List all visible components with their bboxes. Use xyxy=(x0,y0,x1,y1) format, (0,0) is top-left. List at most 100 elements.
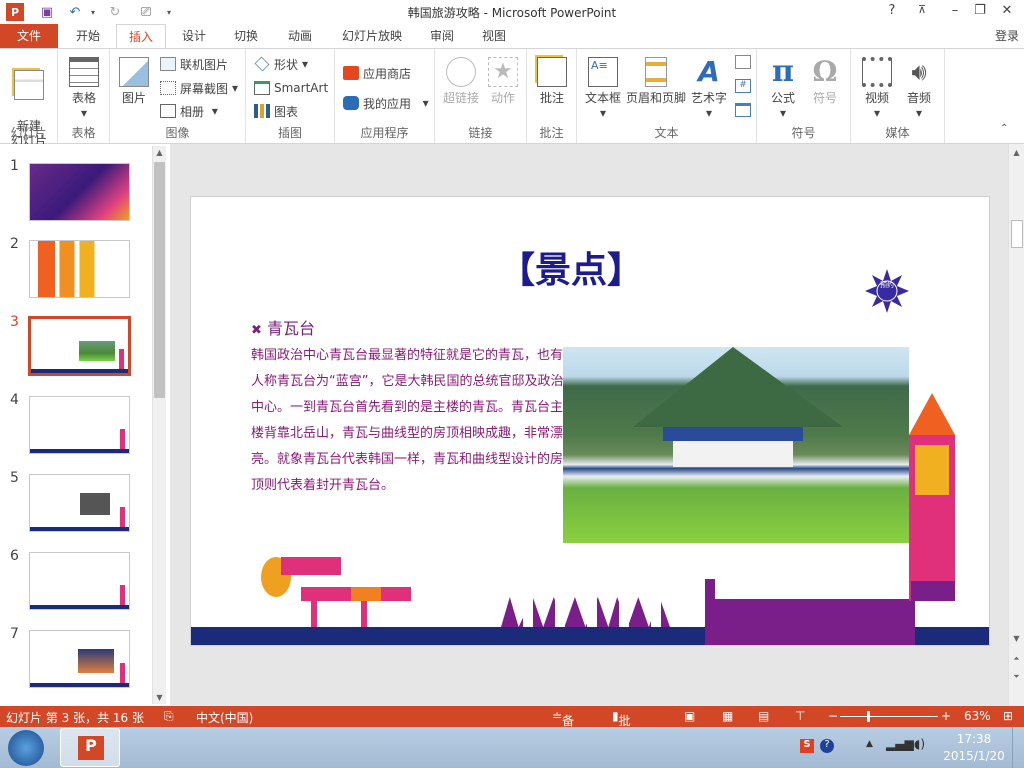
tower-base-decoration xyxy=(911,581,955,601)
tab-animations[interactable]: 动画 xyxy=(276,24,324,48)
group-links: 超链接 ★ 动作 链接 xyxy=(435,49,527,143)
section-heading[interactable]: ✖ 青瓦台 xyxy=(251,315,315,339)
zoom-out-button[interactable]: − xyxy=(828,709,838,723)
volume-icon[interactable]: ◖) xyxy=(914,737,925,751)
zoom-in-button[interactable]: + xyxy=(941,709,951,723)
undo-dropdown-icon[interactable]: ▾ xyxy=(84,3,102,21)
next-slide-icon[interactable]: ⏷ xyxy=(1010,670,1023,683)
slide-thumbnail-7[interactable] xyxy=(29,630,130,688)
smartart-button[interactable]: SmartArt xyxy=(254,79,328,97)
zoom-slider-thumb[interactable] xyxy=(867,711,870,722)
notes-button[interactable]: ≐ 备注 xyxy=(552,709,574,745)
slide-scrollbar[interactable]: ▲ ▼ ⏶ ⏷ xyxy=(1008,144,1024,706)
tab-review[interactable]: 审阅 xyxy=(420,24,464,48)
thumbnail-number: 7 xyxy=(10,626,19,642)
online-pictures-button[interactable]: 联机图片 xyxy=(160,55,228,73)
new-comment-icon xyxy=(537,57,567,87)
show-desktop-button[interactable] xyxy=(1012,727,1024,768)
scroll-down-icon[interactable]: ▼ xyxy=(153,691,166,704)
slide-title[interactable]: 【景点】 xyxy=(191,241,951,293)
shapes-button[interactable]: 形状 ▾ xyxy=(254,55,308,73)
symbol-button[interactable]: Ω 符号 xyxy=(805,57,845,106)
hyperlink-button[interactable]: 超链接 xyxy=(439,57,483,106)
help-button[interactable]: ? xyxy=(881,3,903,18)
start-from-beginning-icon[interactable]: ⎚ xyxy=(137,3,155,21)
close-button[interactable]: ✕ xyxy=(996,3,1018,18)
header-footer-button[interactable]: 页眉和页脚 xyxy=(625,57,687,106)
scrollbar-thumb[interactable] xyxy=(1011,220,1023,248)
taskbar-powerpoint[interactable]: P xyxy=(60,728,120,767)
slide-thumbnail-3[interactable] xyxy=(28,316,131,376)
picture-button[interactable]: 图片 xyxy=(116,57,152,106)
group-apps: 应用商店 我的应用 ▾ 应用程序 xyxy=(335,49,435,143)
restore-button[interactable]: ❐ xyxy=(969,3,991,18)
comments-button[interactable]: ▮ 批注 xyxy=(612,709,631,745)
group-slides: 新建 幻灯片 幻灯片 xyxy=(0,49,58,148)
zoom-slider[interactable] xyxy=(840,716,938,717)
my-apps-button[interactable]: 我的应用 ▾ xyxy=(343,94,429,112)
zoom-level[interactable]: 63% xyxy=(964,709,991,723)
slide-sorter-icon[interactable]: ▦ xyxy=(722,709,733,723)
slide-thumbnail-4[interactable] xyxy=(29,396,130,454)
chart-button[interactable]: 图表 xyxy=(254,102,298,120)
scroll-up-icon[interactable]: ▲ xyxy=(153,146,166,159)
save-icon[interactable]: ▣ xyxy=(38,3,56,21)
normal-view-icon[interactable]: ▣ xyxy=(684,709,695,723)
sign-in-link[interactable]: 登录 xyxy=(990,24,1024,48)
collapse-ribbon-icon[interactable]: ⌃ xyxy=(1000,123,1008,134)
object-icon[interactable] xyxy=(735,103,751,117)
language[interactable]: 中文(中国) xyxy=(196,709,253,726)
slide-thumbnail-2[interactable] xyxy=(29,240,130,298)
scroll-down-icon[interactable]: ▼ xyxy=(1010,632,1023,645)
date-time-icon[interactable] xyxy=(735,55,751,69)
sogou-ime-icon[interactable]: S xyxy=(800,739,814,753)
slide-thumbnail-6[interactable] xyxy=(29,552,130,610)
tab-home[interactable]: 开始 xyxy=(64,24,112,48)
slide-thumbnail-5[interactable] xyxy=(29,474,130,532)
comment-button[interactable]: 批注 xyxy=(531,57,573,106)
screenshot-button[interactable]: 屏幕截图 ▾ xyxy=(160,79,238,97)
video-button[interactable]: 视频 ▾ xyxy=(857,57,897,121)
redo-icon[interactable]: ↻ xyxy=(106,3,124,21)
table-button[interactable]: 表格 ▾ xyxy=(62,57,106,121)
action-button[interactable]: ★ 动作 xyxy=(483,57,523,106)
photo-album-button[interactable]: 相册 ▾ xyxy=(160,102,218,120)
minimize-button[interactable]: – xyxy=(944,3,966,18)
fit-to-window-icon[interactable]: ⊞ xyxy=(1003,709,1013,723)
network-icon[interactable]: ▂▄▆ xyxy=(886,737,914,751)
scroll-up-icon[interactable]: ▲ xyxy=(1010,146,1023,159)
clock-date[interactable]: 2015/1/20 xyxy=(938,749,1010,763)
scrollbar-thumb[interactable] xyxy=(154,162,165,398)
audio-button[interactable]: 🔊︎ 音频 ▾ xyxy=(899,57,939,121)
slideshow-icon[interactable]: ⊤ xyxy=(795,709,805,723)
previous-slide-icon[interactable]: ⏶ xyxy=(1010,652,1023,665)
start-button[interactable] xyxy=(8,730,44,766)
spell-check-icon[interactable]: ⎘ xyxy=(164,709,174,724)
equation-button[interactable]: π 公式 ▾ xyxy=(763,57,803,121)
powerpoint-app-icon[interactable]: P xyxy=(6,3,24,21)
slide-canvas[interactable]: 【景点】 预约 ✖ 青瓦台 韩国政治中心青瓦台最显著的特征就是它的青瓦，也有人称… xyxy=(190,196,990,646)
textbox-button[interactable]: A≡ 文本框 ▾ xyxy=(583,57,623,121)
reading-view-icon[interactable]: ▤ xyxy=(758,709,769,723)
blue-house-photo[interactable] xyxy=(563,347,909,543)
tab-design[interactable]: 设计 xyxy=(170,24,218,48)
tab-file[interactable]: 文件 xyxy=(0,24,58,48)
wordart-button[interactable]: A 艺术字 ▾ xyxy=(689,57,729,121)
clock-time[interactable]: 17:38 xyxy=(944,732,1004,746)
store-button[interactable]: 应用商店 xyxy=(343,64,411,82)
help-tray-icon[interactable]: ? xyxy=(820,739,834,753)
show-hidden-icons[interactable]: ▲ xyxy=(866,739,873,749)
ribbon-display-options-button[interactable]: ⊼ xyxy=(911,3,933,16)
slide-number-icon[interactable]: # xyxy=(735,79,751,93)
undo-icon[interactable]: ↶ xyxy=(66,3,84,21)
header-footer-icon xyxy=(645,57,667,87)
slide-thumbnail-1[interactable] xyxy=(29,163,130,221)
tab-insert[interactable]: 插入 xyxy=(116,24,166,49)
tab-slideshow[interactable]: 幻灯片放映 xyxy=(332,24,412,48)
tab-transitions[interactable]: 切换 xyxy=(222,24,270,48)
my-apps-icon xyxy=(343,96,359,110)
tab-view[interactable]: 视图 xyxy=(472,24,516,48)
thumbnails-scrollbar[interactable]: ▲ ▼ xyxy=(152,146,166,704)
body-text[interactable]: 韩国政治中心青瓦台最显著的特征就是它的青瓦，也有人称青瓦台为“蓝宫”，它是大韩民… xyxy=(251,343,567,499)
customize-toolbar-icon[interactable]: ▾ xyxy=(160,3,178,21)
